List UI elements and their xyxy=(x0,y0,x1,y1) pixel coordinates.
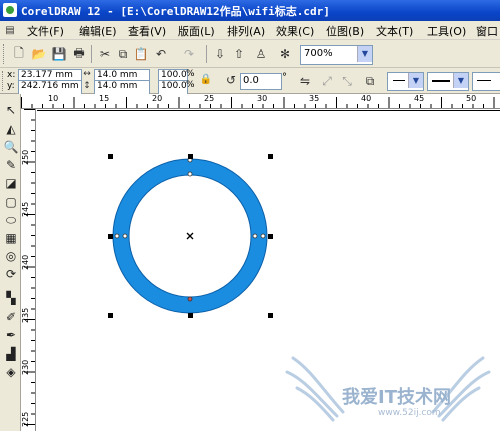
node-marker[interactable] xyxy=(122,233,128,239)
selection-handle[interactable] xyxy=(188,154,193,159)
selection-handle[interactable] xyxy=(268,234,273,239)
node-marker[interactable] xyxy=(187,171,193,177)
selection-handle[interactable] xyxy=(268,313,273,318)
node-marker[interactable] xyxy=(252,233,258,239)
selection-handle[interactable] xyxy=(188,313,193,318)
center-marker[interactable] xyxy=(186,232,194,240)
selection-handle[interactable] xyxy=(108,234,113,239)
node-marker[interactable] xyxy=(187,296,193,302)
selection-handle[interactable] xyxy=(268,154,273,159)
watermark-text: 我爱IT技术网 xyxy=(342,387,451,408)
watermark-url: www.52ij.com xyxy=(378,408,441,418)
selection-handle[interactable] xyxy=(108,313,113,318)
node-marker[interactable] xyxy=(114,233,120,239)
node-marker[interactable] xyxy=(260,233,266,239)
selection-handle[interactable] xyxy=(108,154,113,159)
